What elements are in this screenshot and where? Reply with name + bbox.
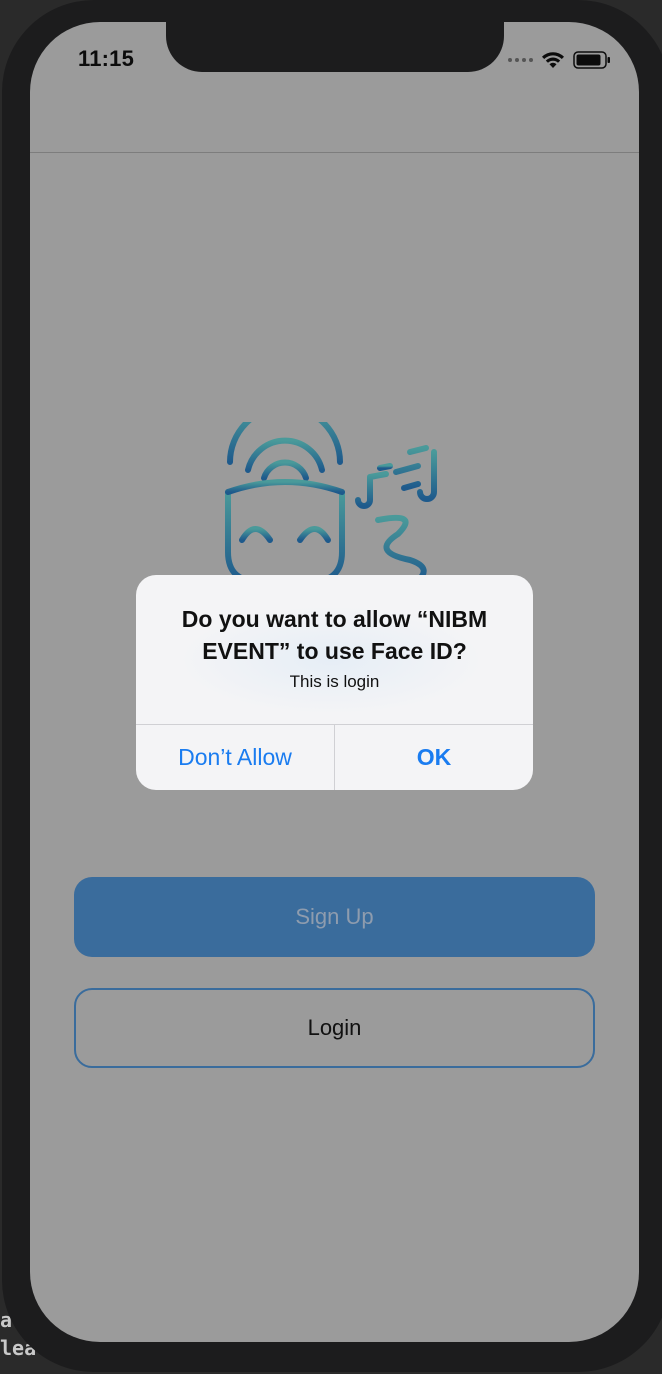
alert-title: Do you want to allow “NIBM EVENT” to use… (181, 606, 488, 664)
wifi-icon (542, 52, 564, 68)
login-button[interactable]: Login (74, 988, 595, 1068)
battery-icon (573, 51, 610, 69)
face-id-permission-alert: Do you want to allow “NIBM EVENT” to use… (136, 575, 533, 790)
status-bar-time: 11:15 (78, 46, 135, 71)
theater-mask-music-icon (225, 422, 437, 582)
cellular-signal-icon (508, 58, 533, 62)
dont-allow-button[interactable]: Don’t Allow (136, 725, 334, 790)
device-notch (166, 22, 504, 72)
status-bar-indicators (508, 50, 611, 70)
iphone-simulator-frame: 11:15 Sign Up Login Do you want to allow… (2, 0, 662, 1372)
ok-button[interactable]: OK (335, 725, 533, 790)
app-screen: 11:15 Sign Up Login Do you want to allow… (30, 22, 639, 1342)
sign-up-button[interactable]: Sign Up (74, 877, 595, 957)
alert-message: This is login (289, 672, 380, 691)
